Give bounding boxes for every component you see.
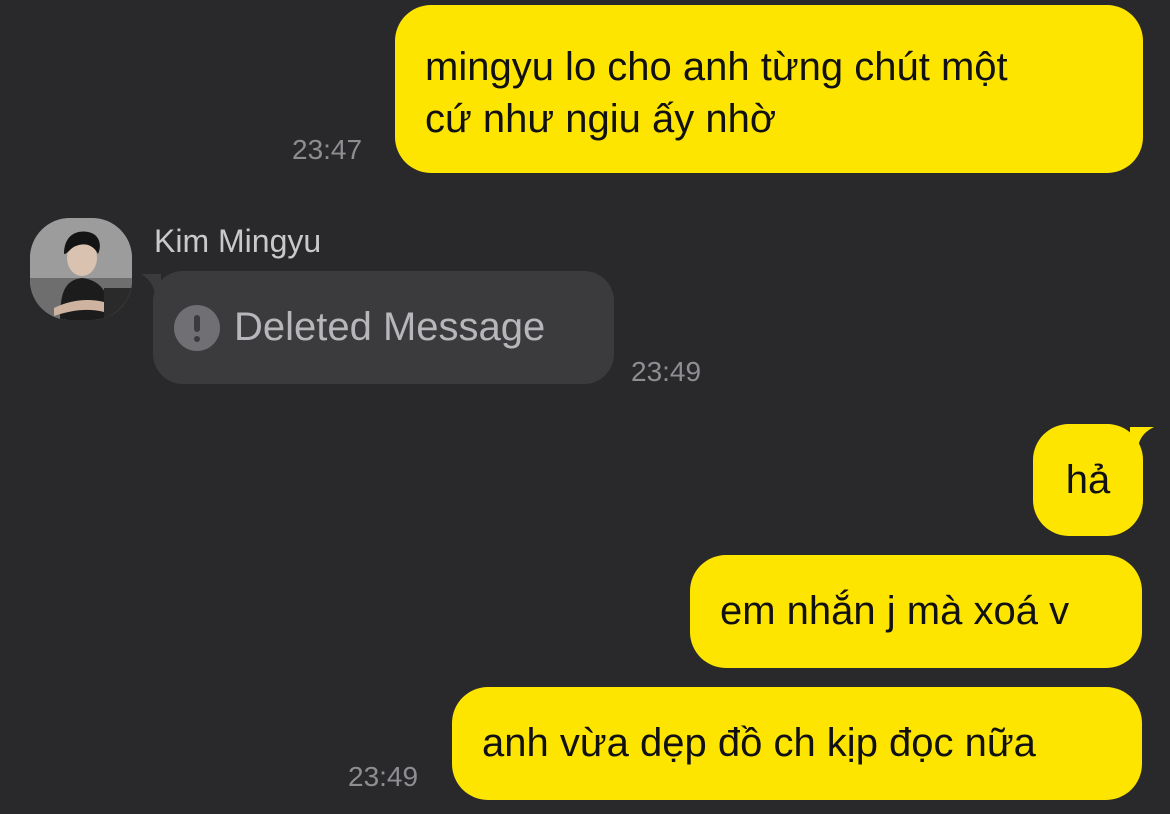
message-line: cứ như ngiu ấy nhờ: [425, 97, 777, 141]
message-text: anh vừa dẹp đồ ch kịp đọc nữa: [482, 721, 1036, 765]
incoming-message-bubble[interactable]: Deleted Message: [153, 271, 614, 384]
outgoing-message-bubble[interactable]: em nhắn j mà xoá v: [690, 555, 1142, 668]
outgoing-message-bubble[interactable]: hả: [1033, 424, 1143, 536]
profile-photo-icon: [30, 218, 132, 320]
message-timestamp: 23:47: [292, 134, 363, 165]
message-text: hả: [1065, 458, 1111, 502]
message-line: mingyu lo cho anh từng chút một: [425, 45, 1008, 89]
message-timestamp: 23:49: [631, 356, 702, 387]
sender-name: Kim Mingyu: [154, 223, 322, 259]
message-timestamp: 23:49: [348, 761, 419, 792]
exclamation-circle-icon: [174, 305, 220, 351]
avatar[interactable]: [30, 218, 132, 320]
message-text: em nhắn j mà xoá v: [720, 589, 1070, 633]
deleted-message-text: Deleted Message: [234, 305, 546, 349]
outgoing-message-bubble[interactable]: anh vừa dẹp đồ ch kịp đọc nữa: [452, 687, 1142, 800]
outgoing-message-bubble[interactable]: mingyu lo cho anh từng chút một cứ như n…: [395, 5, 1143, 173]
